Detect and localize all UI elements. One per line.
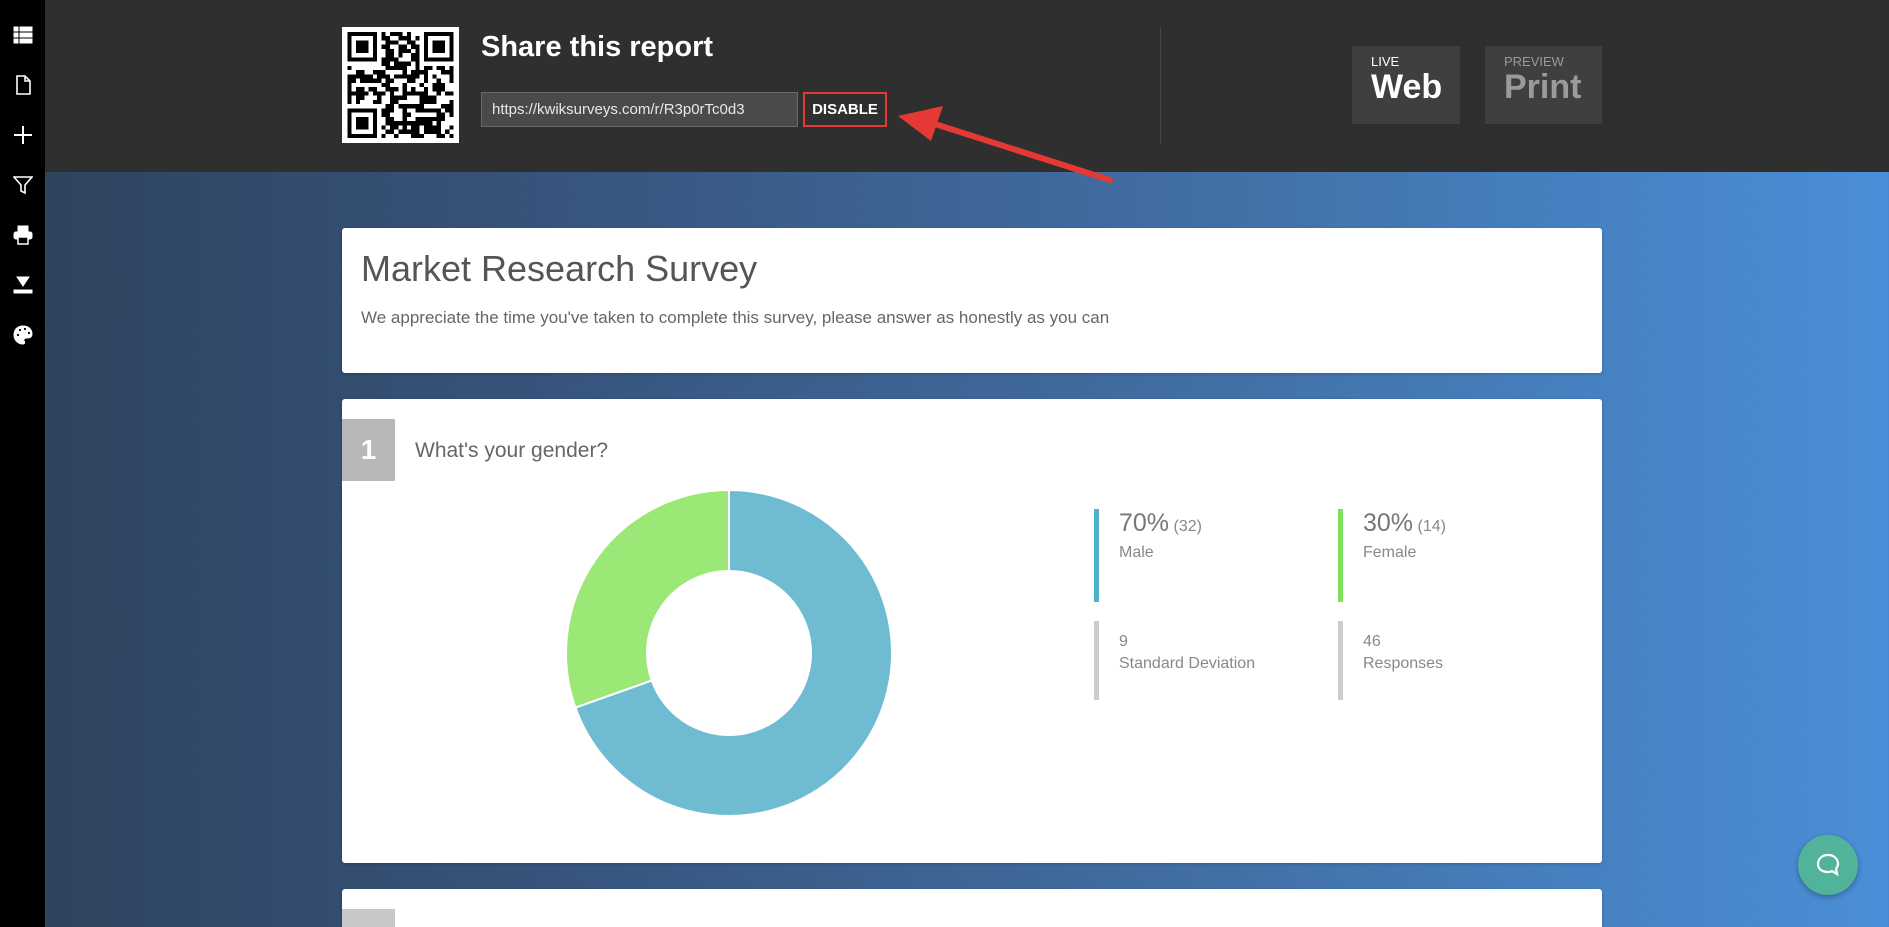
stat-male-label: Male xyxy=(1119,544,1154,561)
stat-std-dev-value: 9 xyxy=(1119,633,1128,650)
list-icon xyxy=(13,26,32,44)
sidebar-item-list[interactable] xyxy=(0,10,45,60)
sidebar xyxy=(0,0,45,927)
question-card: 1 What's your gender? 70% (32) Male 30% … xyxy=(342,399,1602,863)
stat-std-dev-label: Standard Deviation xyxy=(1119,655,1256,672)
mode-live-value: Web xyxy=(1371,68,1443,106)
gender-donut-chart xyxy=(566,490,892,816)
mode-preview-print[interactable]: PREVIEW Print xyxy=(1485,46,1602,124)
disable-button[interactable]: DISABLE xyxy=(803,92,887,127)
donut-slice-female xyxy=(566,490,730,709)
share-url-field[interactable] xyxy=(481,92,798,127)
stat-female-label: Female xyxy=(1363,544,1417,561)
stat-female-percent: 30% xyxy=(1363,509,1414,537)
stat-male-percent: 70% xyxy=(1119,509,1170,537)
chat-button[interactable] xyxy=(1798,835,1858,895)
qr-code xyxy=(342,27,459,143)
stat-responses: 46 Responses xyxy=(1338,621,1443,700)
plus-icon xyxy=(13,126,32,144)
mode-preview-label: PREVIEW xyxy=(1504,54,1564,69)
sidebar-item-download[interactable] xyxy=(0,260,45,310)
document-icon xyxy=(15,75,31,95)
sidebar-item-print[interactable] xyxy=(0,210,45,260)
download-icon xyxy=(13,276,32,294)
sidebar-item-theme[interactable] xyxy=(0,310,45,360)
stat-std-dev: 9 Standard Deviation xyxy=(1094,621,1255,700)
divider xyxy=(1160,27,1161,143)
palette-icon xyxy=(12,325,33,345)
survey-title: Market Research Survey xyxy=(361,248,758,289)
mode-live-label: LIVE xyxy=(1371,54,1400,69)
question-card-2: 2 xyxy=(342,889,1602,927)
survey-header-card: Market Research Survey We appreciate the… xyxy=(342,228,1602,373)
stat-female: 30% (14) Female xyxy=(1338,509,1446,602)
stat-male-count: (32) xyxy=(1173,518,1202,535)
question-number-2: 2 xyxy=(342,909,395,927)
question-text: What's your gender? xyxy=(415,439,609,462)
sidebar-item-document[interactable] xyxy=(0,60,45,110)
question-number: 1 xyxy=(342,419,395,481)
stat-responses-value: 46 xyxy=(1363,633,1381,650)
share-title: Share this report xyxy=(481,31,714,63)
sidebar-item-filter[interactable] xyxy=(0,160,45,210)
stat-female-count: (14) xyxy=(1417,518,1446,535)
chat-icon xyxy=(1816,853,1840,877)
stat-responses-label: Responses xyxy=(1363,655,1444,672)
survey-subtitle: We appreciate the time you've taken to c… xyxy=(361,308,1110,327)
print-icon xyxy=(13,225,32,245)
stat-male: 70% (32) Male xyxy=(1094,509,1202,602)
share-bar xyxy=(45,0,1889,172)
mode-live-web[interactable]: LIVE Web xyxy=(1352,46,1460,124)
mode-preview-value: Print xyxy=(1504,68,1582,106)
sidebar-item-add[interactable] xyxy=(0,110,45,160)
filter-icon xyxy=(12,176,33,195)
